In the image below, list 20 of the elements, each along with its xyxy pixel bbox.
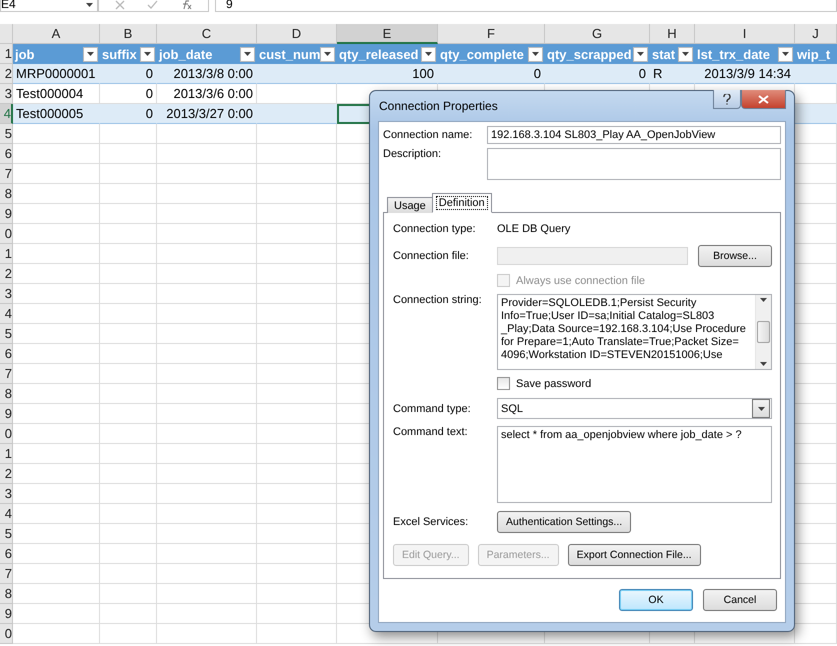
table-header-cell: qty_released [337,44,438,64]
table-header-cell: qty_scrapped [545,44,650,64]
table-header-cell: suffix [100,44,157,64]
table-header-cell: job [13,44,100,64]
table-header-cell: stat [650,44,695,64]
dialog-title: Connection Properties [378,99,498,113]
field-label: Connection string: [393,294,483,306]
table-header-cell: wip_t [795,44,837,64]
field-label: Description: [383,148,442,160]
table-header-cell: qty_complete [438,44,545,64]
table-header-cell: lst_trx_date [695,44,795,64]
field-label: Command text: [393,426,469,438]
field-label: Connection type: [393,223,477,235]
field-label: Command type: [393,402,472,414]
field-label: Connection name: [383,129,474,141]
table-header-cell: cust_num [257,44,337,64]
field-label: Excel Services: [393,516,470,528]
field-label: Connection file: [393,250,470,262]
connection-type-value: OLE DB Query [497,223,570,235]
table-header-cell: job_date [157,44,257,64]
